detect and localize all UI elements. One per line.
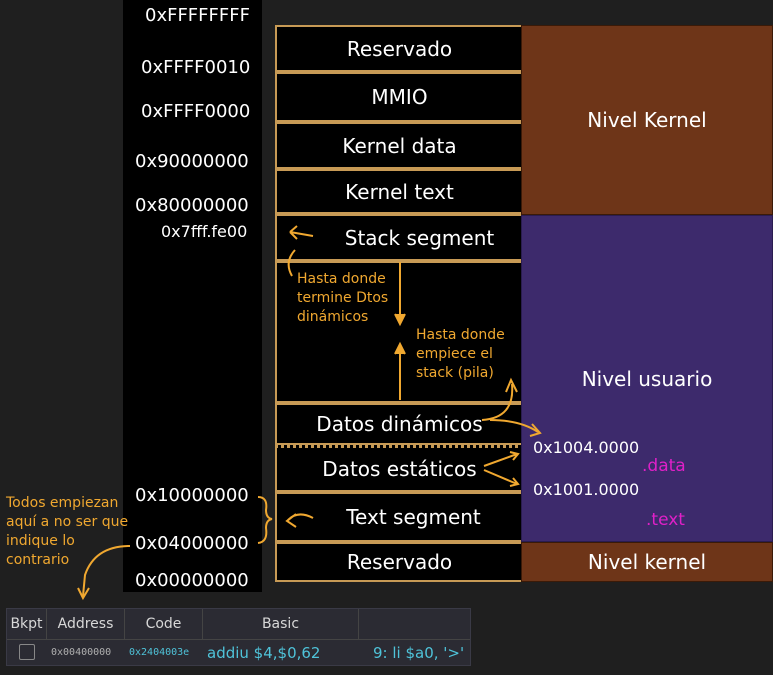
arrow-to-stack-icon — [289, 225, 314, 240]
arrow-estaticos-up-icon — [483, 451, 520, 467]
header-address: Address — [47, 609, 125, 639]
row-address: 0x00400000 — [51, 647, 112, 658]
breakpoint-checkbox[interactable] — [19, 644, 35, 660]
arrow-estaticos-down-icon — [483, 469, 520, 487]
curly-bracket-icon — [257, 496, 273, 544]
header-source — [359, 609, 470, 639]
arrow-to-1004-icon — [489, 419, 539, 433]
arrows-overlay — [77, 225, 542, 601]
row-basic: addiu $4,$0,62 — [207, 644, 321, 662]
row-code: 0x2404003e — [129, 647, 190, 658]
header-basic: Basic — [203, 609, 359, 639]
row-source: 9: li $a0, '>' — [373, 644, 465, 662]
arrow-to-annotation-icon — [82, 545, 131, 597]
header-code: Code — [125, 609, 203, 639]
instruction-table: Bkpt Address Code Basic 0x00400000 0x240… — [6, 608, 471, 666]
curve-stack-down-icon — [287, 249, 296, 277]
header-bkpt: Bkpt — [7, 609, 47, 639]
arrow-to-text-icon — [285, 513, 314, 528]
